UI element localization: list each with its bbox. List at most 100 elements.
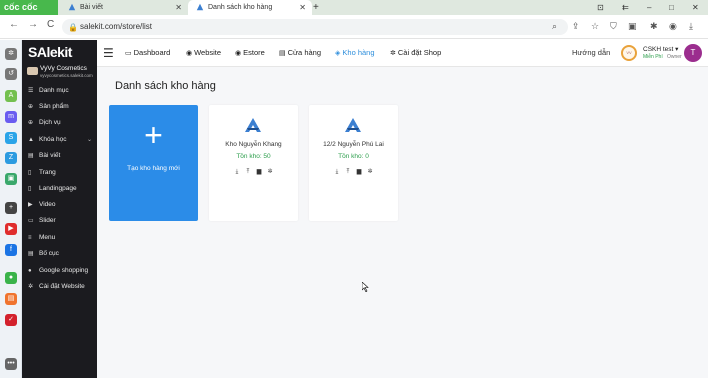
import-icon[interactable]: ⤓ [232, 169, 243, 176]
shop-icon[interactable]: ▤ [5, 293, 17, 305]
warehouse-actions: ⤓ ⤒ ▆ ✲ [309, 168, 398, 176]
avatar[interactable]: T [684, 44, 702, 62]
history-icon[interactable]: ↺ [5, 68, 17, 80]
sidebar-item-google-shopping[interactable]: ● Google shopping [28, 265, 96, 277]
shield-icon[interactable]: ⛉ [610, 21, 617, 32]
sidebar-item-khoa-hoc[interactable]: ▲ Khóa học ⌄ [28, 134, 96, 146]
download-box-icon[interactable]: ▣ [628, 21, 637, 32]
messenger-icon[interactable]: m [5, 111, 17, 123]
browser-side-rail: ✲ ↺ A m S Z ▣ + ▶ f ● ▤ ✓ ••• [0, 40, 22, 378]
tab-bai-viet[interactable]: Bài viết ✕ [60, 0, 188, 15]
sidebar-item-bai-viet[interactable]: ▤ Bài viết [28, 150, 96, 162]
sidebar-item-video[interactable]: ▶ Video [28, 199, 96, 211]
address-bar: ← → C 🔒 salekit.com/store/list ⌕ ⇪ ☆ ⛉ ▣… [0, 15, 708, 39]
zalo-icon[interactable]: Z [5, 152, 17, 164]
tab-danh-sach-kho-hang[interactable]: Danh sách kho hàng ✕ [188, 0, 312, 15]
browser-tab-strip: cốc cốc Bài viết ✕ Danh sách kho hàng ✕ … [0, 0, 708, 15]
salekit-favicon-icon [68, 3, 76, 11]
share-icon[interactable]: ⇪ [572, 21, 580, 32]
downloads-icon[interactable]: ⤓ [689, 21, 693, 32]
store-icon: ▤ [279, 50, 286, 57]
skype-icon[interactable]: S [5, 132, 17, 144]
profile-icon[interactable]: ◉ [669, 21, 677, 32]
forward-button[interactable]: → [28, 19, 38, 30]
more-icon[interactable]: ••• [5, 358, 17, 370]
close-icon[interactable]: ✕ [299, 0, 306, 15]
back-list-icon[interactable]: ⇇ [622, 0, 629, 15]
assistant-icon[interactable]: A [5, 90, 17, 102]
chat-icon[interactable]: ● [5, 272, 17, 284]
lock-icon[interactable]: 🔒 [68, 20, 78, 36]
export-icon[interactable]: ⤒ [243, 169, 254, 176]
reload-button[interactable]: C [47, 19, 54, 30]
maximize-button[interactable]: □ [669, 0, 674, 15]
delete-icon[interactable]: ▆ [254, 168, 265, 175]
warehouse-actions: ⤓ ⤒ ▆ ✲ [209, 168, 298, 176]
sidebar-item-san-pham[interactable]: ⊕ Sản phẩm [28, 101, 96, 113]
gear-icon[interactable]: ✲ [265, 168, 276, 175]
import-icon[interactable]: ⤓ [332, 169, 343, 176]
warehouse-stock: Tồn kho: 0 [338, 153, 369, 160]
nav-website[interactable]: ◉ Website [186, 48, 221, 57]
sidebar-item-cai-dat-website[interactable]: ✲ Cài đặt Website [28, 281, 96, 293]
game-icon[interactable]: ▣ [5, 173, 17, 185]
back-button[interactable]: ← [9, 19, 19, 30]
layout-icon: ▤ [28, 251, 34, 257]
sidebar-item-menu[interactable]: ≡ Menu [28, 232, 96, 244]
zoom-icon[interactable]: ⌕ [552, 21, 557, 32]
create-warehouse-label: Tạo kho hàng mới [127, 165, 180, 172]
shop-avatar [27, 67, 38, 75]
nav-dashboard[interactable]: ▭ Dashboard [125, 48, 170, 57]
sidebar-item-slider[interactable]: ▭ Slider [28, 215, 96, 227]
extensions-icon[interactable]: ✱ [650, 21, 658, 32]
minimize-button[interactable]: – [647, 0, 651, 15]
profile-switch-icon[interactable]: ⊡ [597, 0, 604, 15]
salekit-logo-icon [245, 118, 261, 132]
warehouse-stock: Tồn kho: 50 [236, 153, 271, 160]
settings-icon[interactable]: ✲ [5, 48, 17, 60]
add-icon[interactable]: + [5, 202, 17, 214]
shop-switcher[interactable]: VyVy Cosmetics vyvycosmetics.salekit.com [27, 65, 95, 81]
gear-icon[interactable]: ✲ [365, 168, 376, 175]
sidebar-item-dich-vu[interactable]: ⊕ Dịch vụ [28, 117, 96, 129]
user-role: Owner [667, 54, 682, 60]
shop-badge-icon[interactable]: VV [621, 45, 637, 61]
sidebar-item-danh-muc[interactable]: ☰ Danh mục [28, 85, 96, 97]
url-field[interactable]: 🔒 salekit.com/store/list [62, 19, 568, 35]
sidebar-item-trang[interactable]: ▯ Trang [28, 167, 96, 179]
shop-url: vyvycosmetics.salekit.com [40, 73, 93, 78]
browser-brand[interactable]: cốc cốc [0, 0, 58, 15]
warehouse-icon: ◈ [335, 50, 341, 57]
close-window-button[interactable]: ✕ [692, 0, 699, 15]
google-icon: ● [28, 268, 32, 274]
sidebar-item-landingpage[interactable]: ▯ Landingpage [28, 183, 96, 195]
monitor-icon: ▭ [125, 50, 132, 57]
tab-label: Danh sách kho hàng [208, 4, 273, 11]
todo-icon[interactable]: ✓ [5, 314, 17, 326]
facebook-icon[interactable]: f [5, 244, 17, 256]
create-warehouse-card[interactable]: + Tạo kho hàng mới [109, 105, 198, 221]
gear-icon: ✲ [390, 50, 396, 57]
delete-icon[interactable]: ▆ [354, 168, 365, 175]
salekit-logo[interactable]: SAlekit [28, 44, 72, 60]
star-icon[interactable]: ☆ [591, 21, 599, 32]
user-name[interactable]: CSKH test ▾ [643, 45, 678, 53]
close-icon[interactable]: ✕ [175, 0, 182, 15]
article-icon: ▤ [28, 153, 34, 159]
sidebar-item-bo-cuc[interactable]: ▤ Bố cục [28, 248, 96, 260]
settings-icon: ✲ [28, 284, 34, 290]
youtube-icon[interactable]: ▶ [5, 223, 17, 235]
new-tab-button[interactable]: + [313, 0, 319, 15]
export-icon[interactable]: ⤒ [343, 169, 354, 176]
hamburger-menu-icon[interactable]: ☰ [103, 46, 114, 60]
nav-estore[interactable]: ◉ Estore [235, 48, 265, 57]
tab-label: Bài viết [80, 4, 103, 11]
warehouse-card[interactable]: 12/2 Nguyễn Phú Lai Tồn kho: 0 ⤓ ⤒ ▆ ✲ [309, 105, 398, 221]
warehouse-card[interactable]: Kho Nguyễn Khang Tồn kho: 50 ⤓ ⤒ ▆ ✲ [209, 105, 298, 221]
nav-cai-dat-shop[interactable]: ✲ Cài đặt Shop [390, 48, 441, 57]
guide-link[interactable]: Hướng dẫn [572, 48, 610, 57]
course-icon: ▲ [28, 137, 34, 143]
url-text: salekit.com/store/list [80, 22, 153, 31]
nav-cua-hang[interactable]: ▤ Cửa hàng [279, 48, 321, 57]
nav-kho-hang[interactable]: ◈ Kho hàng [335, 48, 375, 57]
